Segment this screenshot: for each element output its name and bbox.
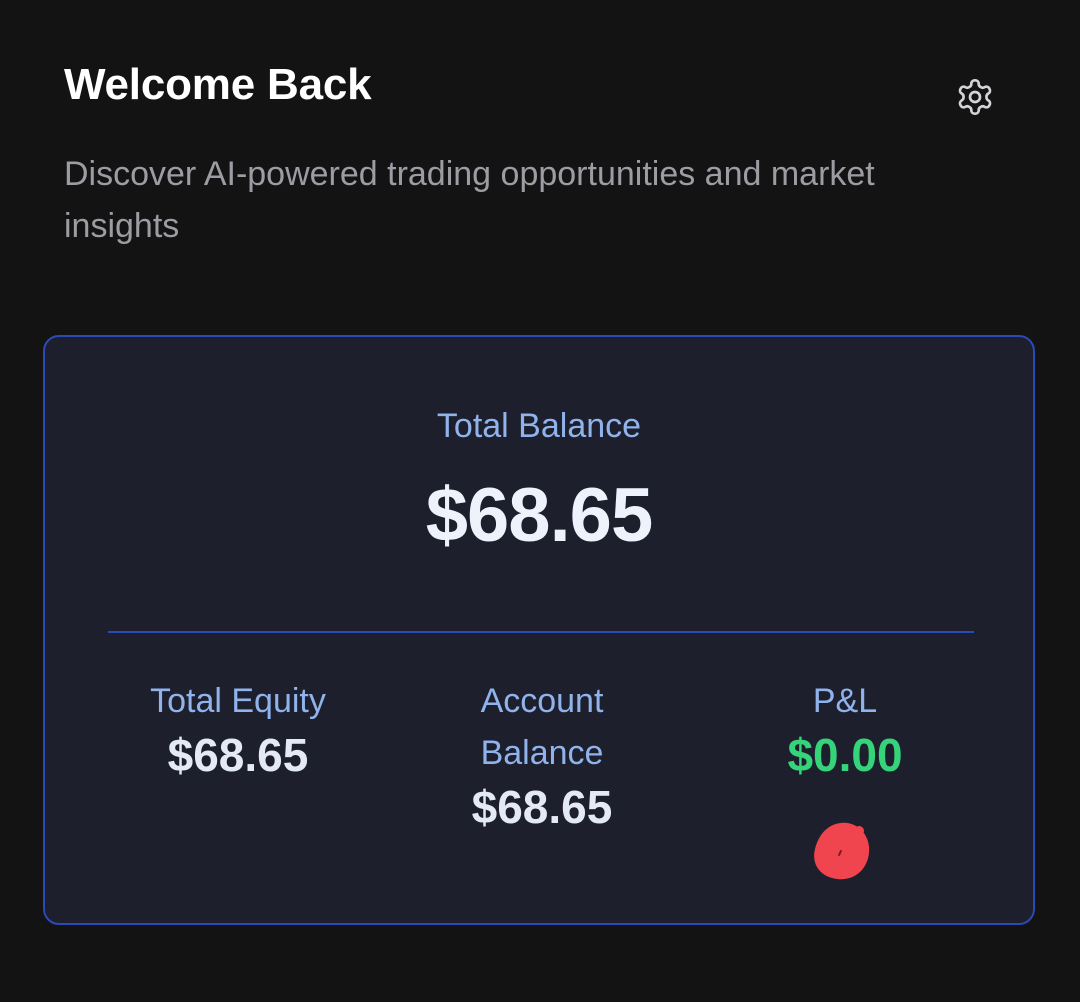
total-balance-value: $68.65 — [425, 473, 653, 558]
annotation-scribble — [814, 822, 870, 880]
total-balance-label: Total Balance — [436, 407, 642, 445]
page-subtitle: Discover AI-powered trading opportunitie… — [64, 155, 875, 245]
gear-icon — [958, 79, 992, 115]
pnl-stat: P&L $0.00 — [685, 675, 1005, 783]
total-equity-value: $68.65 — [167, 729, 309, 781]
settings-button[interactable] — [950, 72, 1000, 122]
balance-card: Total Balance $68.65 Total Equity $68.65… — [43, 335, 1035, 925]
pnl-value: $0.00 — [787, 729, 903, 781]
divider — [108, 631, 974, 633]
page-title: Welcome Back — [64, 60, 372, 109]
pnl-label: P&L — [812, 682, 878, 720]
total-equity-label: Total Equity — [150, 682, 326, 720]
account-balance-value: $68.65 — [471, 781, 613, 833]
account-balance-label: Account Balance — [480, 682, 604, 772]
home-screen: Welcome Back Discover AI-powered trading… — [0, 0, 1080, 1002]
account-balance-stat: Account Balance $68.65 — [382, 675, 702, 835]
total-equity-stat: Total Equity $68.65 — [78, 675, 398, 783]
